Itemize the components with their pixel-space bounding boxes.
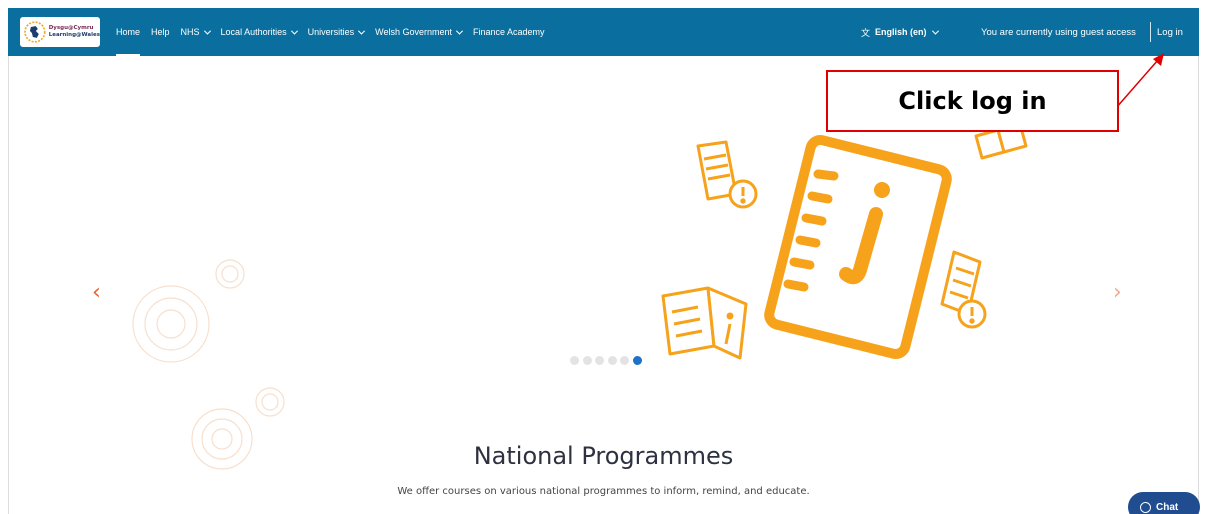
nav-item-local-authorities[interactable]: Local Authorities xyxy=(220,8,298,56)
nav-item-home[interactable]: Home xyxy=(116,8,141,56)
open-book-info-icon xyxy=(661,286,748,360)
nav-item-welsh-government[interactable]: Welsh Government xyxy=(375,8,464,56)
carousel-dot[interactable] xyxy=(570,356,579,365)
annotation-callout: Click log in xyxy=(826,70,1119,132)
document-alert-icon xyxy=(696,140,758,209)
wales-logo-icon xyxy=(24,21,46,43)
carousel-dot[interactable] xyxy=(582,356,592,365)
carousel-dot[interactable] xyxy=(620,356,629,365)
chat-button[interactable]: Chat xyxy=(1128,492,1200,514)
chevron-down-icon xyxy=(455,27,464,35)
language-label: English (en) xyxy=(875,27,927,37)
nav-item-finance-academy[interactable]: Finance Academy xyxy=(473,8,545,56)
carousel-prev-button[interactable]: ‹ xyxy=(92,280,101,305)
notebook-info-icon xyxy=(764,135,952,359)
chevron-down-icon xyxy=(203,27,211,35)
header-divider xyxy=(1150,22,1151,42)
chevron-down-icon xyxy=(931,27,939,35)
carousel-dot[interactable] xyxy=(607,356,617,365)
top-navigation-bar: Dysgu@Cymru Learning@Wales Home Help NHS Lo… xyxy=(8,8,1199,56)
site-logo[interactable]: Dysgu@Cymru Learning@Wales xyxy=(20,17,100,47)
annotation-arrow xyxy=(1115,53,1164,109)
nav-item-label: Welsh Government xyxy=(375,27,452,37)
carousel-next-button[interactable]: › xyxy=(1113,280,1122,305)
section-title: National Programmes xyxy=(473,442,734,470)
language-selector[interactable]: 文 English (en) xyxy=(861,8,939,56)
document-alert-icon-2 xyxy=(940,250,987,329)
primary-nav: Home Help NHS Local Authorities Universities… xyxy=(116,8,556,56)
nav-item-label: Finance Academy xyxy=(472,27,545,37)
nav-item-help[interactable]: Help xyxy=(151,8,170,56)
nav-item-label: Local Authorities xyxy=(220,27,287,37)
login-link[interactable]: Log in xyxy=(1157,8,1183,56)
logo-line-welsh: Dysgu@Cymru xyxy=(48,25,94,31)
nav-item-label: Help xyxy=(151,27,170,37)
chat-bubble-icon xyxy=(1140,501,1151,513)
guest-access-text: You are currently using guest access xyxy=(981,26,1136,38)
nav-item-label: Universities xyxy=(307,27,355,37)
nav-item-label: Home xyxy=(116,27,141,37)
nav-item-nhs[interactable]: NHS xyxy=(180,8,211,56)
chevron-down-icon xyxy=(290,27,298,35)
carousel-indicators xyxy=(570,356,645,365)
carousel-dot[interactable] xyxy=(595,356,604,365)
nav-item-label: NHS xyxy=(180,27,200,37)
translate-icon: 文 xyxy=(861,27,871,38)
chevron-down-icon xyxy=(358,27,366,35)
decorative-rings xyxy=(132,259,285,470)
logo-line-english: Learning@Wales xyxy=(48,32,100,38)
chat-label: Chat xyxy=(1156,501,1179,513)
nav-item-universities[interactable]: Universities xyxy=(307,8,366,56)
section-subtitle: We offer courses on various national pro… xyxy=(397,486,810,497)
carousel-dot[interactable] xyxy=(632,356,642,365)
page: Dysgu@Cymru Learning@Wales Home Help NHS Lo… xyxy=(0,0,1207,514)
